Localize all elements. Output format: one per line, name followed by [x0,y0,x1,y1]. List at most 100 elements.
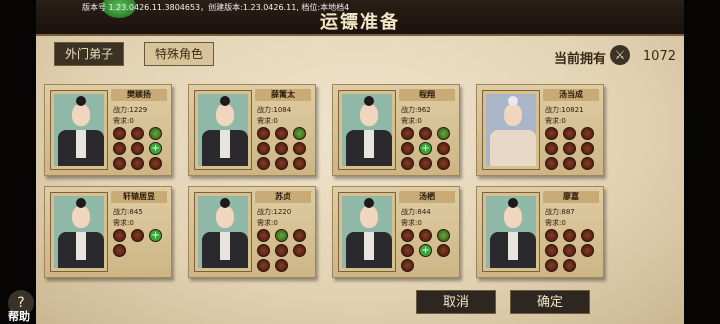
portrait [482,90,540,170]
power-stat: 战力:1084 [257,106,292,114]
skill-icon [275,142,288,155]
plus-icon: + [419,142,432,155]
skill-icon [545,142,558,155]
skill-icon [401,259,414,272]
skill-icon [563,142,576,155]
portrait [482,192,540,272]
disciple-name: 苏贞 [255,191,311,203]
skill-icon [581,142,594,155]
skill-icon [401,244,414,257]
help-label[interactable]: 帮助 [8,308,30,324]
left-frame [0,0,36,324]
skill-icon [131,157,144,170]
skill-grid [545,127,601,170]
disciple-name: 汤栖 [399,191,455,203]
skill-icon [437,157,450,170]
skill-grid [257,229,313,272]
need-stat: 需求:0 [401,219,422,227]
need-stat: 需求:0 [113,117,134,125]
disciple-name: 汤当成 [543,89,599,101]
skill-icon [401,142,414,155]
portrait [50,90,108,170]
power-stat: 战力:1229 [113,106,148,114]
skill-icon [545,244,558,257]
skill-icon [257,244,270,257]
skill-icon [131,127,144,140]
confirm-button[interactable]: 确定 [510,290,590,314]
skill-icon [293,127,306,140]
skill-icon [545,259,558,272]
skill-icon [545,157,558,170]
disciple-card[interactable]: 程翔 战力:962 需求:0 + [332,84,460,176]
skill-icon [419,157,432,170]
crossed-swords-icon: ⚔ [610,45,630,65]
skill-icon [293,229,306,242]
skill-icon [257,259,270,272]
disciple-name: 廖嘉 [543,191,599,203]
skill-icon [113,244,126,257]
skill-icon [257,229,270,242]
skill-icon [563,127,576,140]
need-stat: 需求:0 [545,117,566,125]
skill-grid [257,127,313,170]
skill-icon [149,127,162,140]
skill-icon [563,157,576,170]
skill-icon [437,142,450,155]
plus-icon: + [149,142,162,155]
skill-icon [275,229,288,242]
disciple-card[interactable]: 薛篱太 战力:1084 需求:0 [188,84,316,176]
skill-icon [419,127,432,140]
skill-icon [401,127,414,140]
disciple-card[interactable]: 苏贞 战力:1220 需求:0 [188,186,316,278]
disciple-card[interactable]: 樊颖扬 战力:1229 需求:0 + [44,84,172,176]
portrait [338,90,396,170]
plus-icon: + [419,244,432,257]
skill-grid: + [401,127,457,170]
plus-icon: + [149,229,162,242]
skill-icon [563,244,576,257]
skill-icon [581,244,594,257]
disciple-card[interactable]: 廖嘉 战力:887 需求:0 [476,186,604,278]
skill-icon [581,157,594,170]
skill-icon [113,229,126,242]
skill-icon [113,127,126,140]
skill-grid: + [113,229,169,257]
page-title: 运镖准备 [320,12,400,33]
skill-icon [563,229,576,242]
skill-icon [131,142,144,155]
skill-grid: + [401,229,457,272]
portrait [338,192,396,272]
main-panel: 版本号 1.23.0426.11.3804653，创建版本:1.23.0426.… [36,0,684,324]
need-stat: 需求:0 [401,117,422,125]
need-stat: 需求:0 [257,219,278,227]
owned-value: 1072 [642,49,676,64]
skill-icon [545,229,558,242]
tab-outer-disciples[interactable]: 外门弟子 [54,42,125,66]
skill-icon [293,142,306,155]
skill-icon [257,127,270,140]
skill-icon [149,157,162,170]
skill-icon [113,157,126,170]
disciple-card[interactable]: 汤栖 战力:844 需求:0 + [332,186,460,278]
need-stat: 需求:0 [257,117,278,125]
disciple-card[interactable]: 汤当成 战力:10821 需求:0 [476,84,604,176]
skill-icon [257,157,270,170]
disciple-name: 程翔 [399,89,455,101]
disciple-name: 樊颖扬 [111,89,167,101]
power-stat: 战力:844 [401,208,431,216]
skill-icon [563,259,576,272]
skill-icon [437,229,450,242]
portrait [50,192,108,272]
portrait [194,192,252,272]
skill-icon [437,244,450,257]
skill-icon [275,157,288,170]
power-stat: 战力:962 [401,106,431,114]
skill-icon [275,127,288,140]
cancel-button[interactable]: 取消 [416,290,496,314]
skill-icon [401,157,414,170]
disciple-card[interactable]: 轩辕居昱 战力:845 需求:0 + [44,186,172,278]
tab-special-roles[interactable]: 特殊角色 [144,42,215,66]
power-stat: 战力:845 [113,208,143,216]
power-stat: 战力:887 [545,208,575,216]
skill-icon [293,244,306,257]
